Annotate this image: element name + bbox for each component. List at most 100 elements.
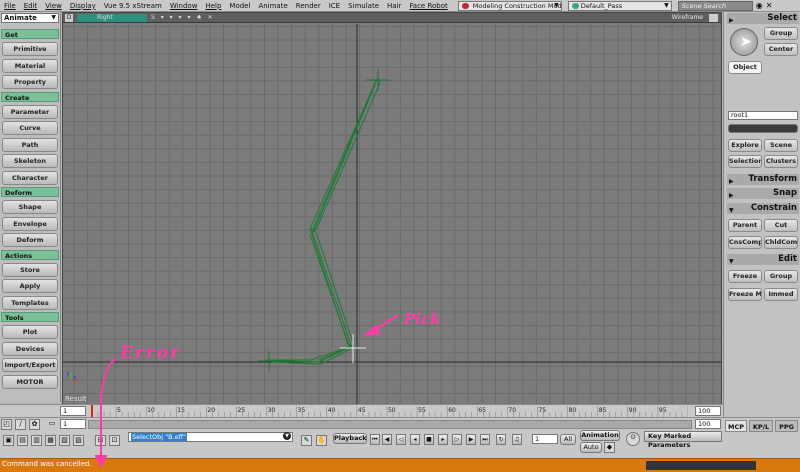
search-icon[interactable]: ◉ [756,1,763,10]
layout-2-icon[interactable]: ▤ [17,435,28,446]
pass-select[interactable]: Default_Pass ▼ [567,0,672,11]
range-slider[interactable] [88,420,692,429]
menu-display[interactable]: Display [66,0,100,12]
menu-hair[interactable]: Hair [383,0,405,12]
playback-menu[interactable]: Playback [333,433,367,444]
store-button[interactable]: Store [2,263,58,277]
step-icon[interactable]: ⊞ [95,435,106,446]
primitive-button[interactable]: Primitive [2,42,58,56]
cut-button[interactable]: Cut [764,219,798,232]
section-snap[interactable]: ▶ Snap [727,188,799,199]
timeline-start-field[interactable]: 1 [60,406,86,416]
stop-icon[interactable]: ■ [424,434,434,445]
import-export-button[interactable]: Import/Export [2,358,58,372]
construction-mode-select[interactable]: Modeling Construction Mode ▼ [457,0,562,11]
skeleton-button[interactable]: Skeleton [2,154,58,168]
apply-button[interactable]: Apply [2,279,58,293]
layout-3-icon[interactable]: ▥ [31,435,42,446]
animation-menu[interactable]: Animation [580,430,620,441]
menu-vue[interactable]: Vue 9.5 xStream [100,0,166,12]
auto-key-button[interactable]: Auto [580,442,602,453]
menu-window[interactable]: Window [166,0,202,12]
section-constrain[interactable]: ▼ Constrain [727,203,799,214]
devices-button[interactable]: Devices [2,342,58,356]
parameter-button[interactable]: Parameter [2,105,58,119]
select-tool-icon[interactable]: ◰ [1,419,12,430]
shape-button[interactable]: Shape [2,200,58,214]
scene-button[interactable]: Scene [764,139,798,152]
explore-button[interactable]: Explore [728,139,762,152]
time-icon[interactable]: ⊡ [109,435,120,446]
step-back-icon[interactable]: ◂ [410,434,420,445]
brush-tool-icon[interactable]: ∕ [15,419,26,430]
keyframe-icon[interactable]: ⊙ [626,432,640,446]
hand-icon[interactable]: ✋ [316,435,327,446]
selection-slider[interactable] [728,124,798,133]
section-transform[interactable]: ▶ Transform [727,174,799,185]
templates-button[interactable]: Templates [2,296,58,310]
property-button[interactable]: Property [2,75,58,89]
command-history[interactable]: SelectObj "B.eff" ▼ [128,432,293,442]
section-tools[interactable]: Tools [1,312,59,322]
tab-kpl[interactable]: KP/L [749,420,773,432]
group-button[interactable]: Group [764,27,798,40]
menu-help[interactable]: Help [201,0,225,12]
material-button[interactable]: Material [2,59,58,73]
plot-button[interactable]: Plot [2,325,58,339]
path-button[interactable]: Path [2,138,58,152]
menu-ice[interactable]: ICE [325,0,344,12]
menu-model[interactable]: Model [225,0,254,12]
section-actions[interactable]: Actions [1,250,59,260]
immed-button[interactable]: Immed [764,288,798,301]
section-deform[interactable]: Deform [1,187,59,197]
close-icon[interactable]: ✕ [766,1,773,10]
object-name-field[interactable]: root1 [728,111,798,120]
envelope-button[interactable]: Envelope [2,217,58,231]
first-frame-icon[interactable]: ⏮ [370,434,380,445]
play-backward-icon[interactable]: ◁ [396,434,406,445]
step-forward-icon[interactable]: ▸ [438,434,448,445]
tab-ppg[interactable]: PPG [775,420,798,432]
menu-view[interactable]: View [41,0,66,12]
freeze-button[interactable]: Freeze [728,270,762,283]
all-button[interactable]: All [560,434,576,445]
audio-icon[interactable]: ♫ [512,434,522,445]
freeze-m-button[interactable]: Freeze M [728,288,762,301]
range-end-field[interactable]: 100 [695,419,721,429]
clusters-button[interactable]: Clusters [764,155,798,168]
toolbar-mode-select[interactable]: Animate ▼ [1,13,59,23]
last-frame-icon[interactable]: ⏭ [480,434,490,445]
selection-button[interactable]: Selection [728,155,762,168]
next-key-icon[interactable]: ▶ [466,434,476,445]
menu-animate[interactable]: Animate [254,0,291,12]
section-get[interactable]: Get [1,29,59,39]
timeline[interactable]: 1 5 10 15 20 25 30 35 40 45 50 55 60 65 70 75 80 85 90 95 … [0,404,723,418]
key-marked-parameters-button[interactable]: Key Marked Parameters [644,431,722,449]
menu-edit[interactable]: Edit [20,0,42,12]
script-icon[interactable]: ✎ [301,435,312,446]
current-frame-field[interactable]: 1 [532,434,558,444]
prev-key-icon[interactable]: ◀ [382,434,392,445]
range-start-field[interactable]: 1 [60,419,86,429]
curve-button[interactable]: Curve [2,121,58,135]
section-edit[interactable]: ▼ Edit [727,254,799,265]
character-button[interactable]: Character [2,171,58,185]
scene-search-input[interactable]: Scene Search [677,0,753,11]
menu-face-robot[interactable]: Face Robot [405,0,451,12]
timeline-end-field[interactable]: 100 [695,406,721,416]
layout-1-icon[interactable]: ▣ [3,435,14,446]
motor-button[interactable]: MOTOR [2,375,58,389]
menu-file[interactable]: File [0,0,20,12]
section-select[interactable]: ▶ Select [727,13,799,24]
tab-mcp[interactable]: MCP [725,420,747,432]
group-edit-button[interactable]: Group [764,270,798,283]
menu-simulate[interactable]: Simulate [344,0,383,12]
chldcomp-button[interactable]: ChldComp [764,236,798,249]
layout-6-icon[interactable]: ▨ [73,435,84,446]
deform-button[interactable]: Deform [2,233,58,247]
cnscomp-button[interactable]: CnsComp [728,236,762,249]
center-button[interactable]: Center [764,43,798,56]
key-icon[interactable]: ◆ [604,442,615,453]
weight-tool-icon[interactable]: ✿ [29,419,40,430]
section-create[interactable]: Create [1,92,59,102]
